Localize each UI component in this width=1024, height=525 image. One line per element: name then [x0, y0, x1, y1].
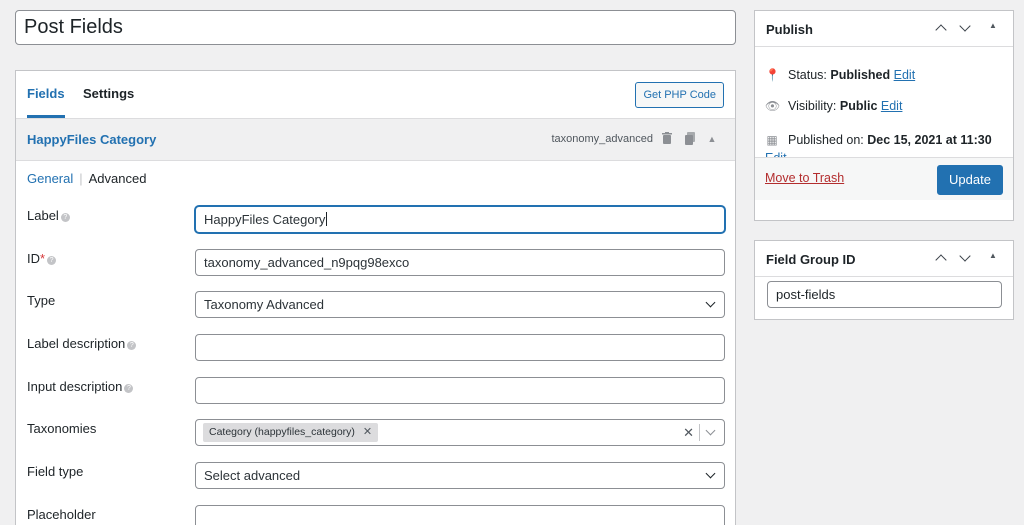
taxonomy-chip[interactable]: Category (happyfiles_category) ✕ [203, 423, 379, 442]
field-group-id-input[interactable]: post-fields [767, 281, 1002, 308]
label-description-input[interactable] [195, 334, 725, 361]
status-label: Status: [788, 68, 827, 82]
move-up-icon[interactable] [933, 250, 949, 266]
move-to-trash-link[interactable]: Move to Trash [765, 171, 844, 185]
publish-actions: Move to Trash Update [755, 157, 1013, 200]
label-row-label: Label? [27, 208, 70, 223]
input-description-input[interactable] [195, 377, 725, 404]
label-input[interactable]: HappyFiles Category [195, 206, 725, 233]
chevron-down-icon[interactable] [705, 421, 717, 441]
publish-title: Publish [766, 22, 813, 37]
eye-icon: 👁 [765, 99, 781, 113]
published-on-label: Published on: [788, 133, 864, 147]
trash-icon[interactable] [660, 132, 674, 146]
label-description-row-label: Label description? [27, 336, 137, 351]
chevron-down-icon [705, 293, 717, 313]
duplicate-icon[interactable] [683, 132, 697, 146]
help-icon[interactable]: ? [47, 256, 57, 265]
publish-box-header: Publish [755, 11, 1013, 47]
move-up-icon[interactable] [933, 20, 949, 36]
update-button[interactable]: Update [937, 165, 1003, 195]
field-subtabs: General | Advanced [27, 171, 146, 186]
id-text: ID [27, 251, 40, 266]
fields-metabox: Fields Settings Get PHP Code HappyFiles … [15, 70, 736, 525]
field-type-select-value: Select advanced [204, 468, 301, 483]
id-input[interactable]: taxonomy_advanced_n9pqg98exco [195, 249, 725, 276]
placeholder-row-label: Placeholder [27, 507, 96, 522]
metabox-tabs: Fields Settings Get PHP Code [16, 71, 735, 119]
field-title[interactable]: HappyFiles Category [27, 132, 156, 147]
placeholder-input[interactable] [195, 505, 725, 525]
toggle-panel-icon[interactable] [985, 250, 1001, 266]
visibility-row: 👁 Visibility: Public Edit [765, 99, 902, 113]
taxonomy-chip-label: Category (happyfiles_category) [209, 426, 355, 438]
get-php-code-button[interactable]: Get PHP Code [635, 82, 724, 108]
taxonomies-select[interactable]: Category (happyfiles_category) ✕ ✕ [195, 419, 725, 446]
collapse-icon[interactable]: ▲ [705, 132, 719, 146]
id-row-label: ID*? [27, 251, 57, 266]
taxonomies-row-label: Taxonomies [27, 421, 97, 436]
publish-box: Publish 📍 Status: Published Edit 👁 Visibil… [754, 10, 1014, 221]
published-on-value: Dec 15, 2021 at 11:30 [867, 133, 992, 147]
tab-settings[interactable]: Settings [83, 71, 134, 118]
type-select-value: Taxonomy Advanced [204, 297, 324, 312]
move-down-icon[interactable] [957, 20, 973, 36]
text-cursor [326, 212, 328, 226]
edit-status-link[interactable]: Edit [894, 68, 916, 82]
toggle-panel-icon[interactable] [985, 20, 1001, 36]
input-description-text: Input description [27, 379, 123, 394]
help-icon[interactable]: ? [124, 384, 134, 393]
subtab-separator: | [79, 171, 83, 186]
remove-chip-icon[interactable]: ✕ [363, 426, 372, 438]
tab-fields[interactable]: Fields [27, 71, 65, 118]
type-select[interactable]: Taxonomy Advanced [195, 291, 725, 318]
help-icon[interactable]: ? [60, 213, 70, 222]
chevron-down-icon [705, 464, 717, 484]
select-divider [699, 424, 700, 441]
calendar-icon: ▦ [766, 133, 778, 147]
field-header[interactable]: HappyFiles Category taxonomy_advanced ▲ [16, 119, 735, 161]
move-down-icon[interactable] [957, 250, 973, 266]
input-description-row-label: Input description? [27, 379, 134, 394]
field-type-select[interactable]: Select advanced [195, 462, 725, 489]
type-row-label: Type [27, 293, 56, 308]
label-description-text: Label description [27, 336, 126, 351]
subtab-general[interactable]: General [27, 171, 73, 186]
field-type-row-label: Field type [27, 464, 84, 479]
label-input-value: HappyFiles Category [204, 212, 326, 227]
visibility-value: Public [839, 99, 878, 113]
visibility-label: Visibility: [788, 99, 837, 113]
label-text: Label [27, 208, 59, 223]
help-icon[interactable]: ? [127, 341, 137, 350]
subtab-advanced[interactable]: Advanced [89, 171, 147, 186]
pin-icon: 📍 [765, 68, 780, 82]
status-row: 📍 Status: Published Edit [765, 68, 915, 82]
clear-selection-icon[interactable]: ✕ [683, 420, 694, 445]
post-title-input[interactable]: Post Fields [15, 10, 736, 45]
field-group-id-header: Field Group ID [755, 241, 1013, 277]
required-mark: * [40, 251, 46, 266]
status-value: Published [830, 68, 891, 82]
edit-visibility-link[interactable]: Edit [881, 99, 903, 113]
field-type-slug: taxonomy_advanced [551, 133, 653, 145]
field-group-id-box: Field Group ID post-fields [754, 240, 1014, 320]
field-group-id-title: Field Group ID [766, 252, 856, 267]
